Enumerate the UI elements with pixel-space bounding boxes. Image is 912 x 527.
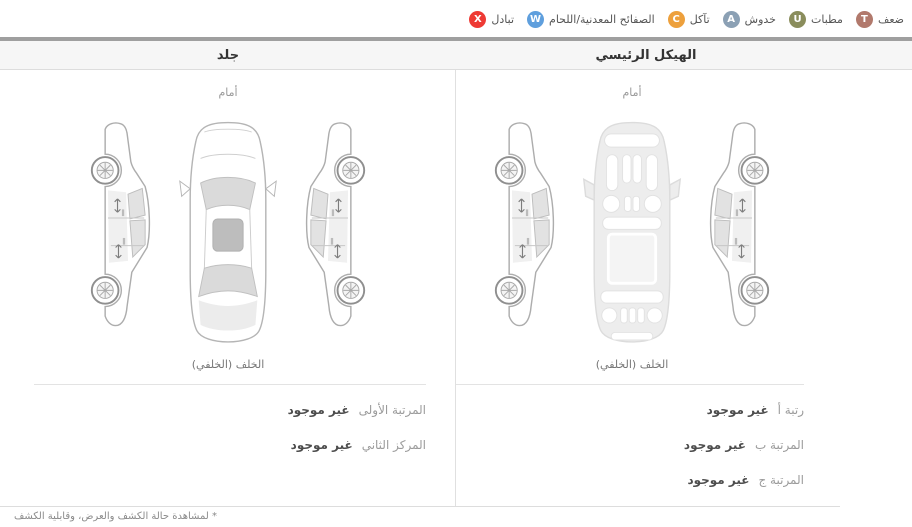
item-value: غير موجود [707,403,769,417]
legend-label: الصفائح المعدنية/اللحام [549,13,655,26]
main-frame-diagram [456,102,808,352]
list-item: المركز الثاني غير موجود [150,427,426,462]
legend-label: تآكل [690,13,710,26]
list-item: رتبة أ غير موجود [496,392,804,427]
legend-a-icon: A [723,11,740,28]
car-underbody-view [580,105,684,350]
skin-diagram [0,102,456,352]
item-value: غير موجود [687,473,749,487]
panel-main-frame: أمام [456,70,911,506]
section-header-band: جلد الهيكل الرئيسي [0,41,912,70]
front-label: أمام [0,70,456,102]
item-value: غير موجود [684,438,746,452]
legend-item-welding: الصفائح المعدنية/اللحام W [527,11,655,28]
car-right-side-view [288,111,368,344]
legend-item-corrosion: تآكل C [668,11,710,28]
panel-skin: أمام [0,70,456,506]
car-left-side-view [492,111,572,344]
legend-label: مطبات [811,13,843,26]
legend-label: خدوش [745,13,776,26]
list-item: المرتبة الأولى غير موجود [150,392,426,427]
legend-item-scratches: خدوش A [723,11,776,28]
bottom-divider [0,506,840,507]
inspection-report-page: ضعف T مطبات U خدوش A تآكل C الصفائح المع… [0,0,912,527]
item-label: رتبة أ [778,403,804,417]
legend-c-icon: C [668,11,685,28]
panel-title-main-frame: الهيكل الرئيسي [456,41,836,69]
car-left-side-view [88,111,168,344]
legend-t-icon: T [856,11,873,28]
legend-item-weakness: ضعف T [856,11,904,28]
legend-w-icon: W [527,11,544,28]
rear-label: الخلف (الخلفي) [0,358,456,371]
legend-item-dents: مطبات U [789,11,843,28]
item-label: المرتبة ج [758,473,804,487]
legend-label: تبادل [491,13,514,26]
main-frame-status-list: رتبة أ غير موجود المرتبة ب غير موجود الم… [456,384,804,497]
rear-label: الخلف (الخلفي) [456,358,808,371]
item-value: غير موجود [288,403,350,417]
list-item: المرتبة ب غير موجود [496,427,804,462]
legend-x-icon: X [469,11,486,28]
item-label: المركز الثاني [362,438,426,452]
legend-item-exchange: تبادل X [469,11,514,28]
legend-u-icon: U [789,11,806,28]
car-top-view [176,105,280,350]
panel-title-skin: جلد [0,41,456,69]
skin-status-list: المرتبة الأولى غير موجود المركز الثاني غ… [34,384,426,462]
list-item: المرتبة ج غير موجود [496,462,804,497]
legend-label: ضعف [878,13,904,26]
front-label: أمام [456,70,808,102]
car-right-side-view [692,111,772,344]
panels-area: أمام [0,70,912,506]
damage-legend: ضعف T مطبات U خدوش A تآكل C الصفائح المع… [469,8,904,30]
item-label: المرتبة الأولى [359,403,426,417]
footnote: * لمشاهدة حالة الكشف والعرض، وقابلية الك… [14,511,217,522]
item-label: المرتبة ب [755,438,804,452]
item-value: غير موجود [291,438,353,452]
